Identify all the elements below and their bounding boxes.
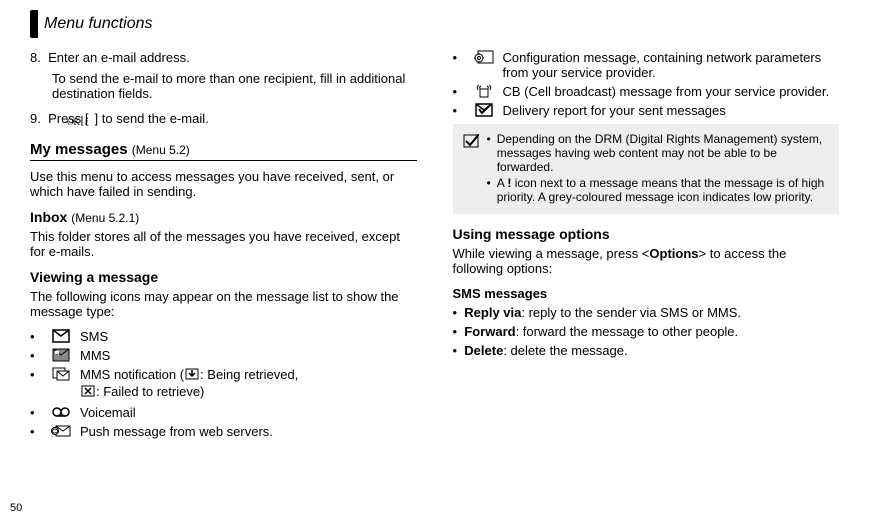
svg-text:i: i	[85, 116, 89, 127]
icon-label: Delivery report for your sent messages	[503, 103, 840, 118]
viewing-body: The following icons may appear on the me…	[30, 289, 417, 319]
my-messages-heading: My messages (Menu 5.2)	[30, 141, 417, 158]
push-message-icon	[50, 424, 72, 438]
bullet: •	[453, 50, 465, 65]
icon-row-cb: • CB (Cell broadcast) message from your …	[453, 84, 840, 99]
text-c: icon next to a message means that the me…	[497, 176, 825, 204]
option-forward: • Forward: forward the message to other …	[453, 324, 840, 339]
step-9: 9. Press [OKi] to send the e-mail.	[30, 111, 417, 127]
option-delete: • Delete: delete the message.	[453, 343, 840, 358]
note-item-1: • Depending on the DRM (Digital Rights M…	[487, 132, 830, 174]
icon-label: Configuration message, containing networ…	[503, 50, 840, 80]
icon-label: Voicemail	[80, 405, 417, 420]
inbox-heading: Inbox (Menu 5.2.1)	[30, 209, 417, 225]
sms-messages-heading: SMS messages	[453, 286, 840, 301]
text-a: A	[497, 176, 508, 190]
note-text: A ! icon next to a message means that th…	[497, 176, 829, 204]
note-checkmark-icon	[463, 132, 479, 206]
options-softkey: Options	[649, 246, 698, 261]
right-column: • Configuration message, containing netw…	[453, 50, 840, 443]
option-reply: • Reply via: reply to the sender via SMS…	[453, 305, 840, 320]
option-text: : delete the message.	[503, 343, 627, 358]
step-text-b: ] to send the e-mail.	[95, 111, 209, 126]
bullet: •	[30, 367, 42, 382]
heading-sub: (Menu 5.2)	[132, 143, 190, 157]
icon-row-mms: • MMS	[30, 348, 417, 363]
left-column: 8. Enter an e-mail address. To send the …	[30, 50, 417, 443]
delivery-report-icon	[473, 103, 495, 117]
icon-label: MMS notification ( : Being retrieved, : F…	[80, 367, 417, 401]
my-messages-body: Use this menu to access messages you hav…	[30, 169, 417, 199]
icon-row-sms: • SMS	[30, 329, 417, 344]
note-item-2: • A ! icon next to a message means that …	[487, 176, 830, 204]
sms-icon	[50, 329, 72, 343]
icon-label: SMS	[80, 329, 417, 344]
bullet: •	[487, 132, 491, 174]
heading-sub: (Menu 5.2.1)	[71, 211, 139, 225]
text-c: : Failed to retrieve)	[96, 384, 204, 399]
using-options-body: While viewing a message, press <Options>…	[453, 246, 840, 276]
bullet: •	[453, 103, 465, 118]
heading-text: My messages	[30, 141, 128, 158]
page-header: Menu functions	[30, 10, 839, 38]
option-text: : reply to the sender via SMS or MMS.	[521, 305, 741, 320]
icon-row-push: • Push message from web servers.	[30, 424, 417, 439]
mms-icon	[50, 348, 72, 362]
bullet: •	[30, 329, 42, 344]
inbox-body: This folder stores all of the messages y…	[30, 229, 417, 259]
heading-text: Inbox	[30, 209, 67, 225]
text-a: While viewing a message, press <	[453, 246, 650, 261]
page-number: 50	[10, 502, 22, 514]
icon-label: CB (Cell broadcast) message from your se…	[503, 84, 840, 99]
icon-label: Push message from web servers.	[80, 424, 417, 439]
icon-row-config: • Configuration message, containing netw…	[453, 50, 840, 80]
viewing-heading: Viewing a message	[30, 269, 417, 285]
option-label: Forward	[464, 324, 515, 339]
option-label: Delete	[464, 343, 503, 358]
step-text: Enter an e-mail address.	[48, 50, 190, 65]
icon-row-mms-notification: • MMS notification ( : Being retrieved, :…	[30, 367, 417, 401]
header-accent-bar	[30, 10, 38, 38]
bullet: •	[453, 84, 465, 99]
section-rule	[30, 160, 417, 161]
bullet: •	[30, 424, 42, 439]
note-box: • Depending on the DRM (Digital Rights M…	[453, 124, 840, 214]
option-text: : forward the message to other people.	[516, 324, 739, 339]
icon-row-delivery: • Delivery report for your sent messages	[453, 103, 840, 118]
bullet: •	[30, 405, 42, 420]
using-options-heading: Using message options	[453, 226, 840, 242]
note-text: Depending on the DRM (Digital Rights Man…	[497, 132, 829, 174]
bullet: •	[30, 348, 42, 363]
svg-text:OK: OK	[67, 117, 80, 127]
step-8: 8. Enter an e-mail address.	[30, 50, 417, 65]
retrieving-icon	[184, 367, 200, 384]
icon-label: MMS	[80, 348, 417, 363]
step-8-sub: To send the e-mail to more than one reci…	[30, 71, 417, 101]
step-number: 9.	[30, 111, 41, 126]
bullet: •	[487, 176, 491, 204]
voicemail-icon	[50, 405, 72, 419]
icon-row-voicemail: • Voicemail	[30, 405, 417, 420]
failed-retrieve-icon	[80, 384, 96, 401]
configuration-message-icon	[473, 50, 495, 64]
option-label: Reply via	[464, 305, 521, 320]
text-b: : Being retrieved,	[200, 367, 298, 382]
text-a: MMS notification (	[80, 367, 184, 382]
page-title: Menu functions	[44, 15, 153, 33]
cell-broadcast-icon	[473, 84, 495, 98]
mms-notification-icon	[50, 367, 72, 381]
step-number: 8.	[30, 50, 41, 65]
